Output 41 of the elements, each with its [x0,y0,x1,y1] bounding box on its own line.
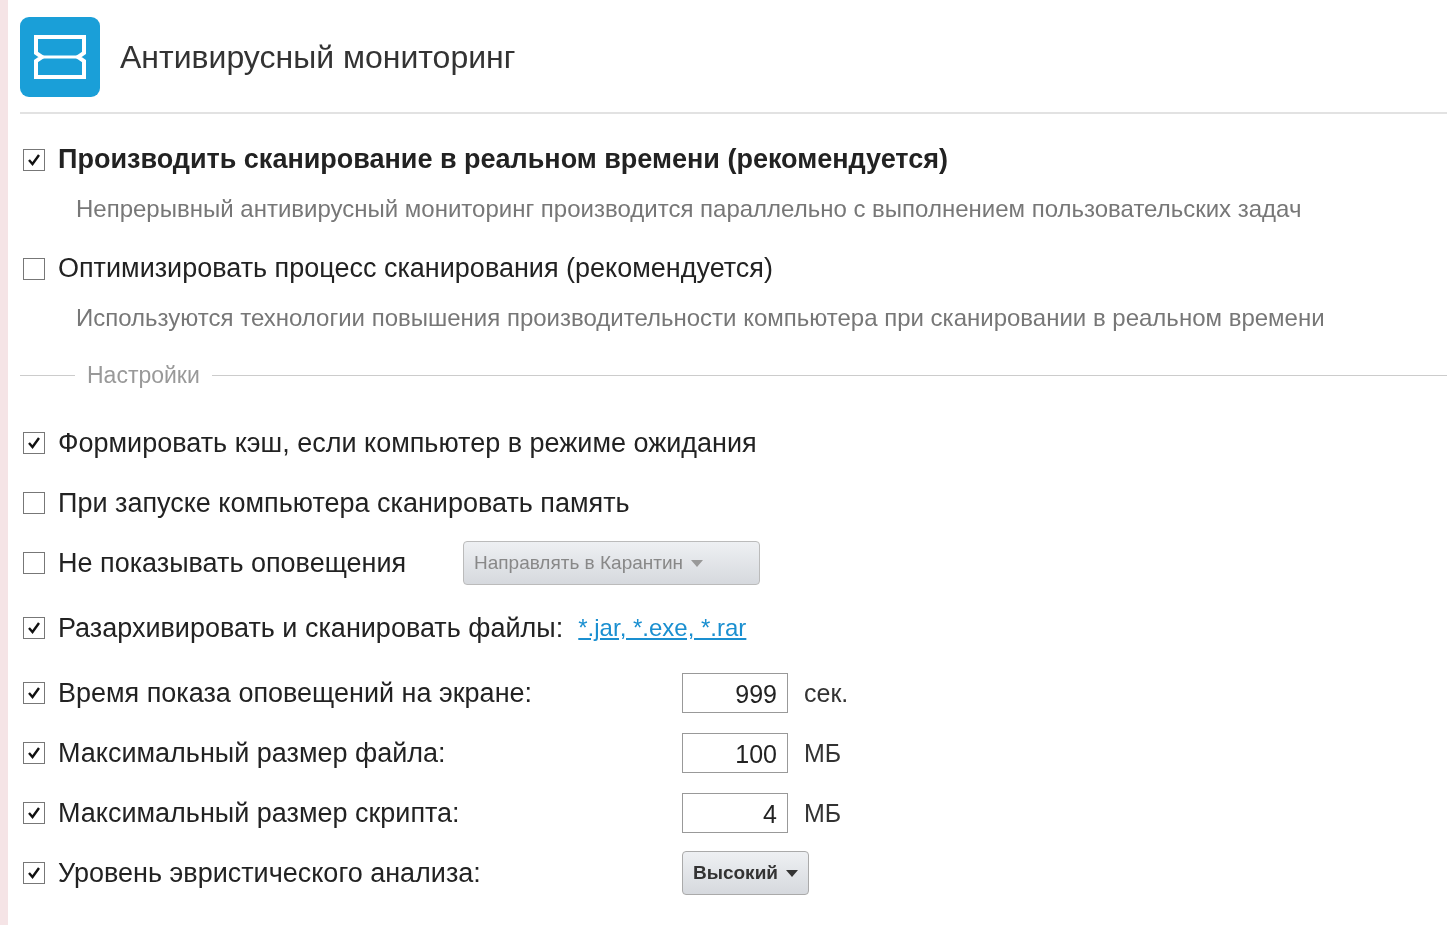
unit-label: сек. [804,678,849,708]
checkbox[interactable] [23,862,45,884]
file-types-link[interactable]: *.jar, *.exe, *.rar [578,614,747,642]
checkbox[interactable] [23,802,45,824]
checkmark-icon [26,745,42,761]
caret-icon [691,559,704,567]
option-label: При запуске компьютера сканировать память [58,487,630,519]
checkmark-icon [26,685,42,701]
number-field[interactable]: 4 [682,793,788,833]
option-label: Оптимизировать процесс сканирования (рекомендуется) [58,253,773,284]
option-description: Используются технологии повышения производительности компьютера при сканировании в реальном времени [76,304,1326,332]
checkmark-icon [26,865,42,881]
option-label: Уровень эвристического анализа: [58,857,482,889]
checkbox[interactable] [23,492,45,514]
unit-label: МБ [804,738,842,768]
app-icon [20,17,100,97]
unit-label: МБ [804,798,842,828]
checkbox[interactable] [23,742,45,764]
page-title: Антивирусный мониторинг [120,38,516,76]
checkbox[interactable] [23,257,45,280]
option-label: Максимальный размер файла: [58,737,447,769]
option-description: Непрерывный антивирусный мониторинг производится параллельно с выполнением пользовательских задач [76,195,1303,223]
option-label: Не показывать оповещения [58,547,408,579]
number-field[interactable]: 100 [682,733,788,773]
checkmark-icon [26,805,42,821]
checkmark-icon [26,620,42,636]
option-label: Формировать кэш, если компьютер в режиме ожидания [58,427,757,459]
checkbox[interactable] [23,682,45,704]
option-label: Время показа оповещений на экране: [58,677,534,709]
checkbox[interactable] [23,148,45,171]
checkbox[interactable] [23,617,45,639]
checkbox[interactable] [23,552,45,574]
dropdown[interactable]: Высокий [682,851,809,895]
option-label: Производить сканирование в реальном времени (рекомендуется) [58,144,948,175]
option-label: Разархивировать и сканировать файлы: [58,612,564,644]
section-title: Настройки [86,362,201,389]
checkbox[interactable] [23,432,45,454]
number-field[interactable]: 999 [682,673,788,713]
option-label: Максимальный размер скрипта: [58,797,461,829]
caret-icon [786,869,798,877]
checkmark-icon [26,435,42,451]
